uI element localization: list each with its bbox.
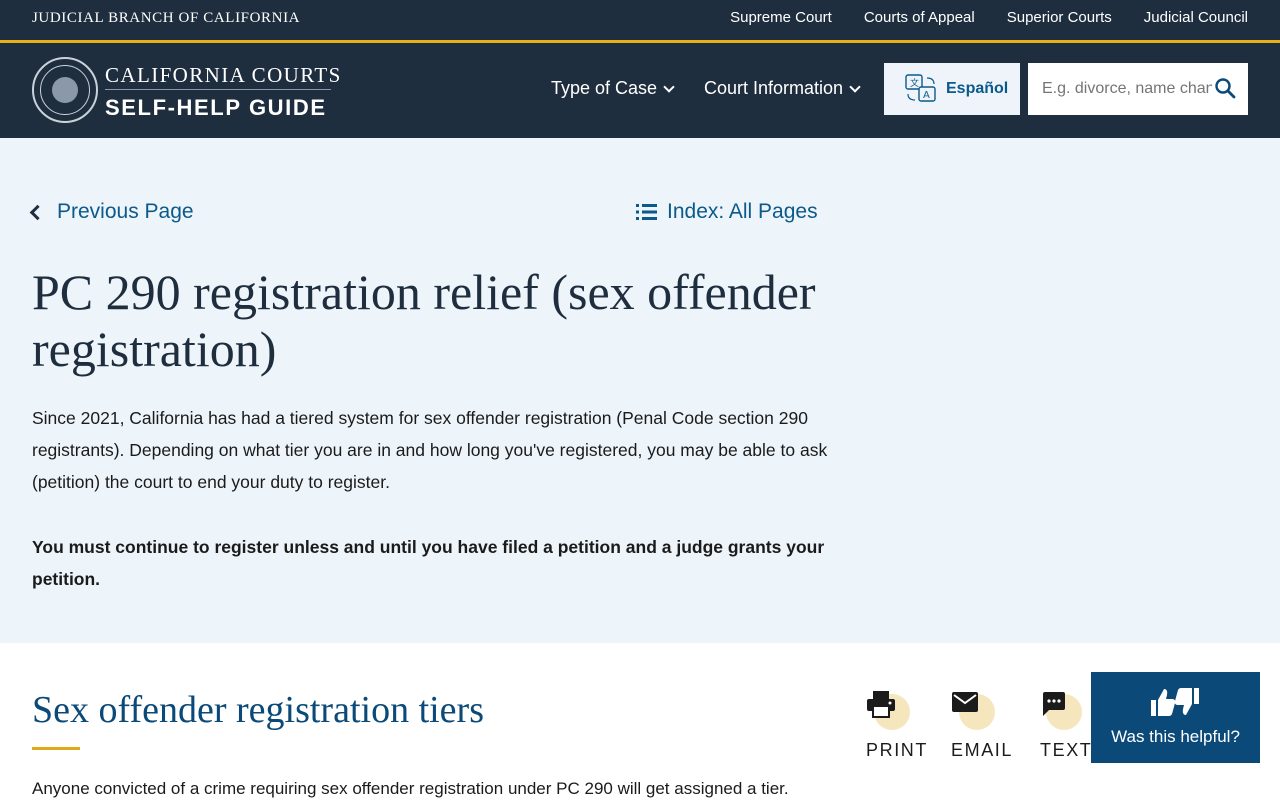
page-title: PC 290 registration relief (sex offender…	[32, 264, 816, 377]
previous-page-link[interactable]: Previous Page	[29, 200, 194, 224]
chat-bubble-icon	[1043, 692, 1065, 716]
search-box	[1028, 63, 1248, 115]
site-header: CALIFORNIA COURTS SELF-HELP GUIDE Type o…	[0, 43, 1280, 138]
language-toggle-label: Español	[946, 80, 1009, 97]
brand-subtitle[interactable]: SELF-HELP GUIDE	[105, 95, 327, 121]
feedback-label: Was this helpful?	[1111, 727, 1240, 746]
list-icon	[636, 204, 657, 220]
index-all-pages-link[interactable]: Index: All Pages	[636, 200, 818, 224]
link-courts-of-appeal[interactable]: Courts of Appeal	[864, 9, 975, 26]
brand-divider	[105, 89, 331, 90]
print-label: PRINT	[866, 740, 928, 760]
top-links: Supreme Court Courts of Appeal Superior …	[730, 9, 1248, 26]
court-seal-logo[interactable]	[32, 57, 98, 123]
section-heading-underline	[32, 747, 80, 750]
section-body-text: Anyone convicted of a crime requiring se…	[32, 779, 789, 798]
link-judicial-council[interactable]: Judicial Council	[1144, 9, 1248, 26]
link-supreme-court[interactable]: Supreme Court	[730, 9, 832, 26]
nav-type-of-case-label: Type of Case	[551, 78, 658, 98]
registration-warning: You must continue to register unless and…	[32, 537, 825, 589]
top-utility-bar: JUDICIAL BRANCH OF CALIFORNIA Supreme Co…	[0, 0, 1280, 40]
text-label: TEXT	[1040, 740, 1093, 760]
nav-type-of-case[interactable]: Type of Case	[551, 78, 675, 99]
translate-icon: 文 A	[905, 74, 936, 102]
email-label: EMAIL	[951, 740, 1014, 760]
chevron-down-icon	[663, 81, 675, 93]
svg-text:文: 文	[910, 77, 919, 89]
hero-section: Previous Page Index: All Pages PC 290 re…	[0, 138, 1280, 643]
feedback-button[interactable]: Was this helpful?	[1091, 672, 1260, 763]
index-all-pages-label: Index: All Pages	[667, 200, 818, 223]
section-heading: Sex offender registration tiers	[32, 689, 484, 731]
nav-court-information-label: Court Information	[704, 78, 844, 98]
link-superior-courts[interactable]: Superior Courts	[1007, 9, 1112, 26]
chevron-down-icon	[849, 81, 861, 93]
printer-icon	[867, 691, 895, 718]
search-icon[interactable]	[1214, 77, 1236, 99]
chevron-left-icon	[29, 204, 46, 220]
language-toggle-button[interactable]: 文 A Español	[884, 63, 1020, 115]
seal-core	[52, 77, 78, 103]
judicial-branch-label: JUDICIAL BRANCH OF CALIFORNIA	[32, 10, 301, 26]
intro-paragraph: Since 2021, California has had a tiered …	[32, 408, 828, 492]
svg-text:A: A	[923, 90, 930, 101]
thumbs-up-down-icon	[1151, 688, 1199, 716]
brand-title[interactable]: CALIFORNIA COURTS	[105, 63, 342, 88]
nav-court-information[interactable]: Court Information	[704, 78, 861, 99]
previous-page-label: Previous Page	[57, 200, 194, 223]
email-icon	[952, 692, 978, 712]
